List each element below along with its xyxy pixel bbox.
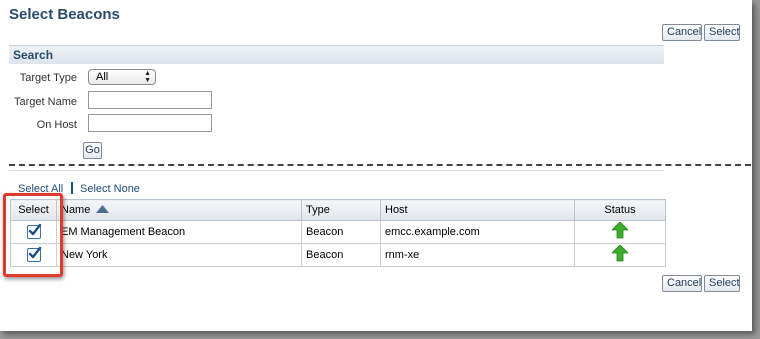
row-name: New York [56, 243, 302, 267]
cancel-button-top[interactable]: Cancel [662, 24, 702, 41]
page-title: Select Beacons [9, 6, 120, 23]
sort-ascending-icon[interactable] [96, 204, 110, 216]
header-status: Status [574, 199, 666, 221]
status-up-icon [611, 221, 629, 242]
header-host: Host [380, 199, 575, 221]
beacons-table: Select Name Type Host Status EM Manageme… [10, 199, 666, 267]
target-name-label: Target Name [14, 96, 77, 108]
select-button-top[interactable]: Select [704, 24, 740, 41]
select-button-bottom[interactable]: Select [704, 275, 740, 292]
header-name[interactable]: Name [56, 199, 302, 221]
status-up-icon [611, 244, 629, 265]
on-host-input[interactable] [88, 114, 212, 132]
row-status [574, 220, 666, 244]
table-header-row: Select Name Type Host Status [10, 199, 666, 221]
link-separator [71, 182, 73, 194]
select-column-highlight [3, 193, 63, 277]
search-title: Search [13, 48, 54, 62]
thin-separator [9, 170, 664, 171]
select-arrows-icon: ▲ ▼ [144, 70, 151, 84]
row-type: Beacon [301, 220, 381, 244]
row-type: Beacon [301, 243, 381, 267]
go-button[interactable]: Go [83, 142, 102, 159]
target-type-label: Target Type [19, 72, 77, 84]
select-none-link[interactable]: Select None [80, 183, 140, 195]
search-header: Search [9, 45, 664, 64]
header-name-label: Name [61, 203, 91, 216]
section-divider [9, 164, 751, 166]
target-type-select[interactable]: All ▲ ▼ [88, 69, 156, 85]
row-name: EM Management Beacon [56, 220, 302, 244]
header-type: Type [301, 199, 381, 221]
row-status [574, 243, 666, 267]
row-host: emcc.example.com [380, 220, 575, 244]
dialog-window: Select Beacons Cancel Select Search Targ… [0, 0, 752, 331]
on-host-label: On Host [36, 119, 77, 131]
row-host: rnm-xe [380, 243, 575, 267]
table-row: EM Management Beacon Beacon emcc.example… [10, 220, 666, 244]
target-name-input[interactable] [88, 91, 212, 109]
target-type-value: All [96, 71, 109, 83]
cancel-button-bottom[interactable]: Cancel [662, 275, 702, 292]
table-row: New York Beacon rnm-xe [10, 243, 666, 267]
